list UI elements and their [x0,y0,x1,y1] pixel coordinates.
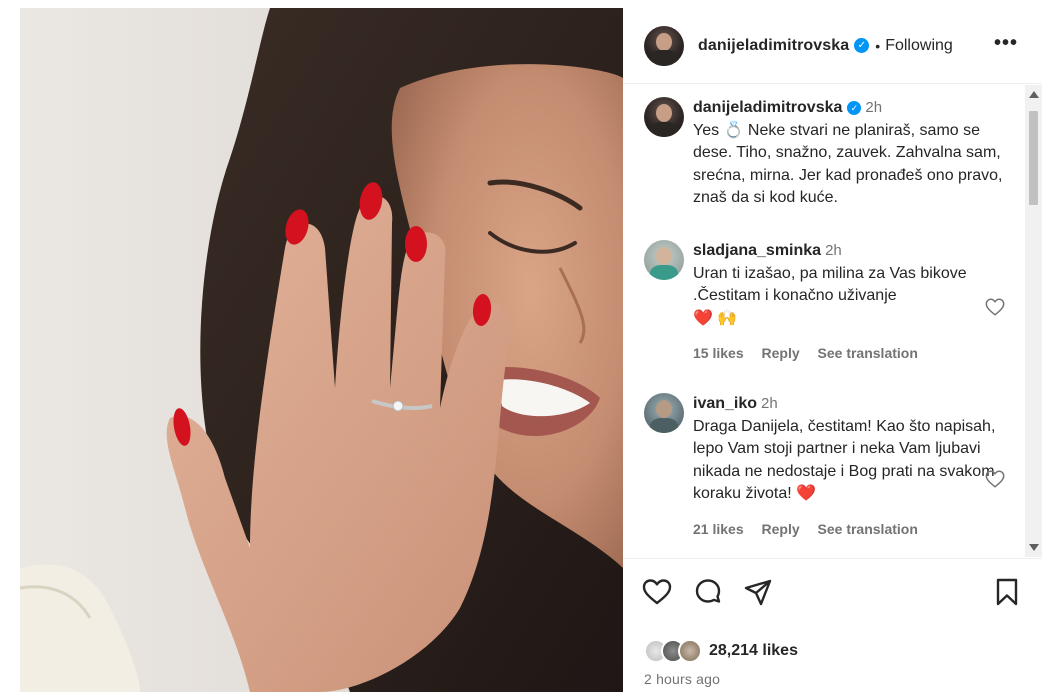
see-translation-button[interactable]: See translation [818,521,918,537]
caption-username[interactable]: danijeladimitrovska [693,99,842,116]
separator-dot: • [875,37,881,54]
comment-username[interactable]: ivan_iko [693,395,757,412]
reply-button[interactable]: Reply [762,345,800,361]
following-button[interactable]: Following [885,37,953,55]
scroll-up-arrow-icon[interactable] [1029,91,1039,98]
comment-text: Uran ti izašao, pa milina za Vas bikove … [693,264,967,305]
scroll-down-arrow-icon[interactable] [1029,544,1039,551]
see-translation-button[interactable]: See translation [818,345,918,361]
post-actions: 28,214 likes 2 hours ago [623,558,1042,692]
caption-avatar[interactable] [644,97,684,137]
commenter-avatar[interactable] [644,240,684,280]
comment-emoji: ❤️ 🙌 [693,309,738,327]
post-side-panel: danijeladimitrovska ✓ • Following ••• da… [623,8,1042,692]
comment-time[interactable]: 2h [825,242,842,259]
comment-meta: 21 likes Reply See translation [693,518,1003,541]
paper-plane-icon[interactable] [742,576,774,608]
likes-row[interactable]: 28,214 likes [644,639,798,663]
author-username[interactable]: danijeladimitrovska [698,37,849,55]
comments-scrollbar[interactable] [1025,85,1042,557]
comment-username[interactable]: sladjana_sminka [693,242,821,259]
reply-button[interactable]: Reply [762,521,800,537]
verified-badge-icon: ✓ [854,38,870,53]
comment-text: Draga Danijela, čestitam! Kao što napisa… [693,417,996,503]
more-options-icon[interactable]: ••• [994,33,1018,53]
caption-text: Yes 💍 Neke stvari ne planiraš, samo se d… [693,121,1003,207]
commenter-avatar[interactable] [644,393,684,433]
bookmark-icon[interactable] [991,576,1023,608]
liker-avatar [678,639,702,663]
post-time[interactable]: 2 hours ago [644,671,720,687]
caption-verified-icon: ✓ [847,101,862,116]
comment-emoji: ❤️ [796,485,817,502]
post-photo[interactable] [20,8,623,692]
author-avatar[interactable] [644,25,684,66]
comment-time[interactable]: 2h [761,395,778,412]
comments-list[interactable]: danijeladimitrovska ✓ 2h Yes 💍 Neke stvari… [623,85,1042,557]
comment-likes[interactable]: 15 likes [693,345,744,361]
post-image [20,8,623,692]
comment-like-heart-icon[interactable] [984,468,1006,490]
comment-meta: 15 likes Reply See translation [693,342,1003,365]
scroll-thumb[interactable] [1029,111,1038,205]
likes-count[interactable]: 28,214 likes [709,642,798,660]
comment-bubble-icon[interactable] [692,576,724,608]
post-header: danijeladimitrovska ✓ • Following ••• [623,8,1042,84]
heart-icon[interactable] [641,576,673,608]
caption-time[interactable]: 2h [865,99,882,116]
comment-like-heart-icon[interactable] [984,296,1006,318]
comment-likes[interactable]: 21 likes [693,521,744,537]
